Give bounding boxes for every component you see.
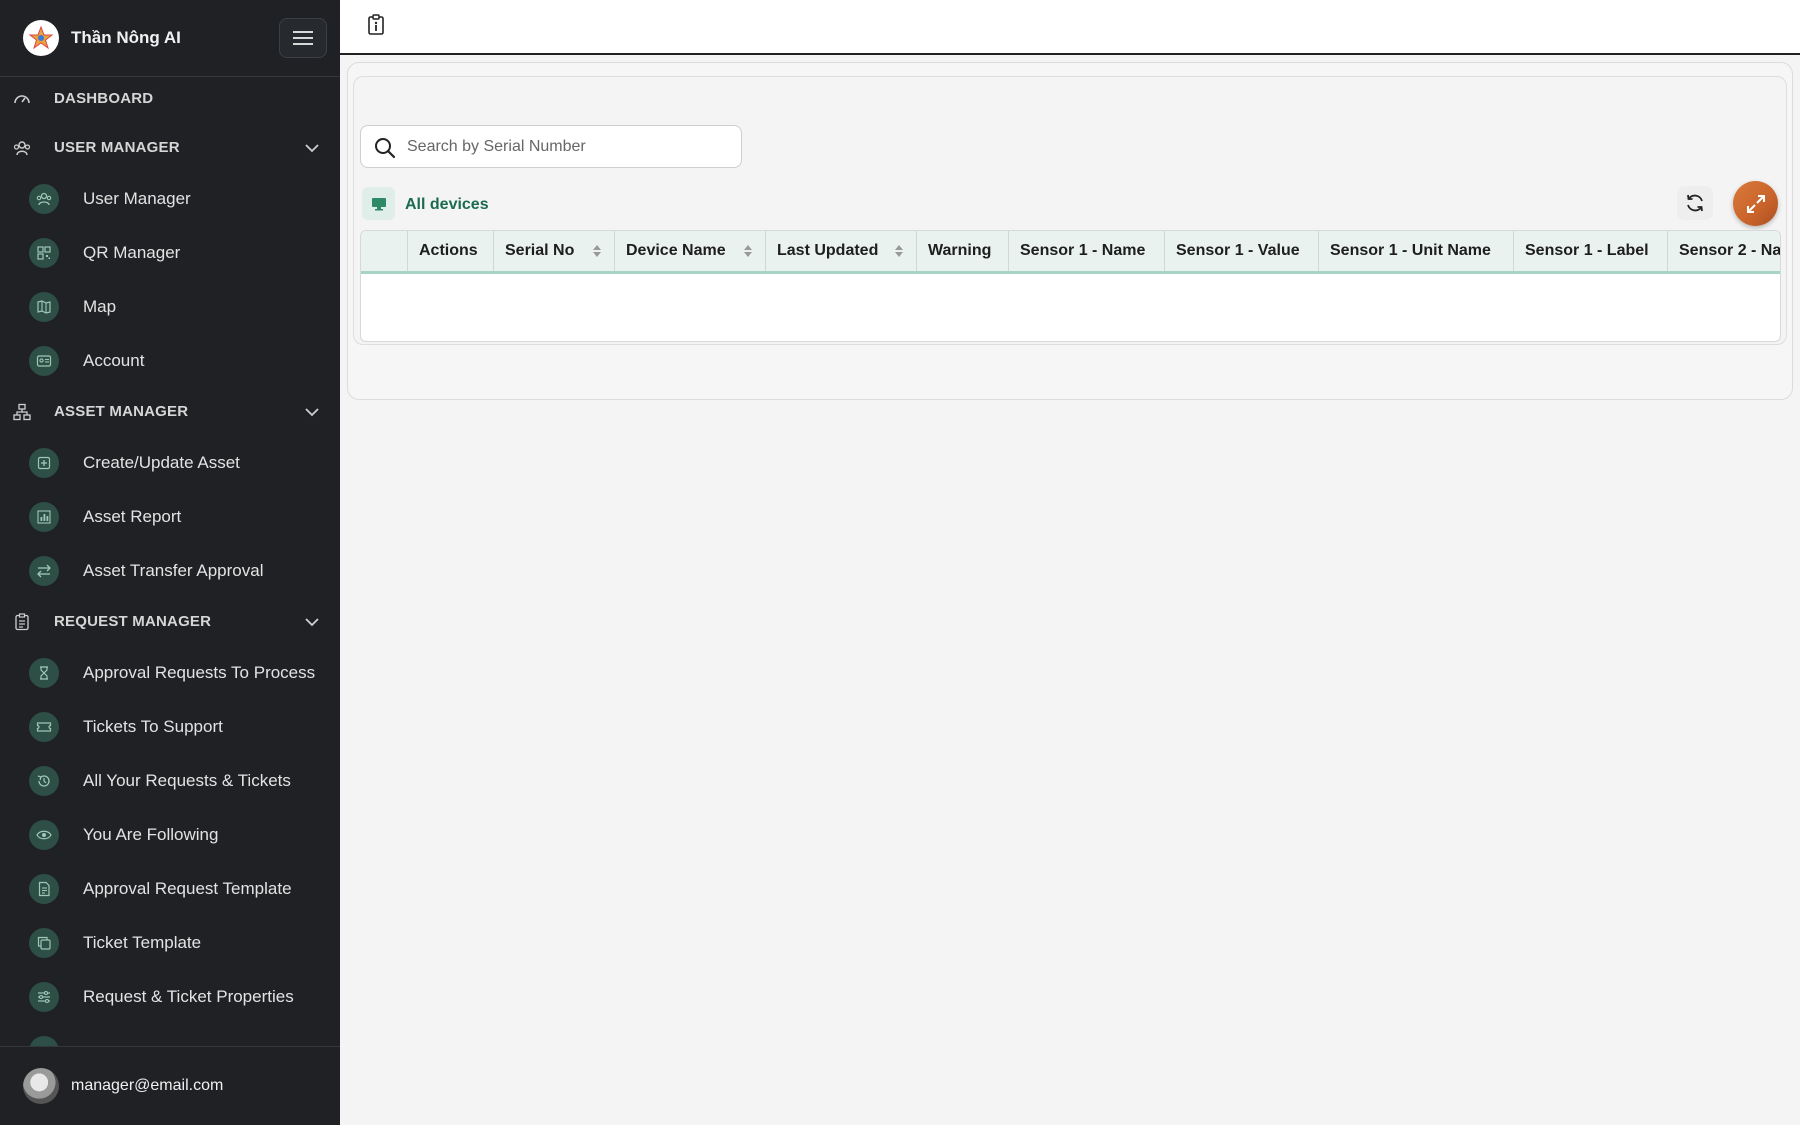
column-header-select[interactable] <box>361 231 408 271</box>
search-icon <box>375 138 396 159</box>
column-header-last-updated[interactable]: Last Updated <box>766 231 917 271</box>
sidebar-item-label: QR Manager <box>83 243 181 262</box>
refresh-button[interactable] <box>1677 186 1713 220</box>
sort-icon[interactable] <box>894 244 904 258</box>
sidebar-item-approval-request-template[interactable]: Approval Request Template <box>0 867 340 911</box>
copy-icon <box>37 936 51 950</box>
map-icon <box>37 300 51 314</box>
sidebar-item-label: Asset Report <box>83 507 182 526</box>
expand-button[interactable] <box>1733 181 1778 226</box>
chevron-down-icon <box>305 618 319 627</box>
sidebar-item-label: User Manager <box>83 189 191 208</box>
sidebar-item-approval-requests-to-process[interactable]: Approval Requests To Process <box>0 651 340 695</box>
column-header-sensor2-name: Sensor 2 - Name <box>1668 231 1780 271</box>
sidebar-item-map[interactable]: Map <box>0 285 340 329</box>
section-request-manager[interactable]: REQUEST MANAGER <box>0 601 340 641</box>
column-header-warning: Warning <box>917 231 1009 271</box>
ticket-icon <box>36 722 52 732</box>
section-dashboard[interactable]: DASHBOARD <box>0 78 340 118</box>
serial-search-input[interactable] <box>407 134 727 160</box>
sidebar-item-request-ticket-properties[interactable]: Request & Ticket Properties <box>0 975 340 1019</box>
avatar <box>23 1068 59 1104</box>
document-icon <box>38 881 50 897</box>
menu-toggle-button[interactable] <box>279 18 327 58</box>
bar-chart-icon <box>37 510 51 524</box>
column-header-sensor1-unit-name: Sensor 1 - Unit Name <box>1319 231 1514 271</box>
sidebar-item-ticket-template[interactable]: Ticket Template <box>0 921 340 965</box>
sidebar-item-label: Map <box>83 297 117 316</box>
section-label: REQUEST MANAGER <box>54 612 212 630</box>
column-header-sensor1-value: Sensor 1 - Value <box>1165 231 1319 271</box>
monitor-icon <box>371 197 386 210</box>
clipboard-info-icon[interactable] <box>367 14 385 36</box>
chevron-down-icon <box>305 144 319 153</box>
sort-icon[interactable] <box>592 244 602 258</box>
hourglass-icon <box>40 666 48 680</box>
sidebar-item-label: Tickets To Support <box>83 717 223 736</box>
transfer-icon <box>37 564 51 578</box>
sidebar-item-label: Request & Ticket Properties <box>83 987 294 1006</box>
brand-header: Thần Nông AI <box>0 0 340 77</box>
column-header-device-name[interactable]: Device Name <box>615 231 766 271</box>
sitemap-icon <box>13 403 31 421</box>
column-header-serial-no[interactable]: Serial No <box>494 231 615 271</box>
sort-icon[interactable] <box>743 244 753 258</box>
section-label: USER MANAGER <box>54 138 180 156</box>
sidebar-item-asset-report[interactable]: Asset Report <box>0 495 340 539</box>
eye-icon <box>36 830 52 840</box>
sidebar-item-account[interactable]: Account <box>0 339 340 383</box>
column-header-sensor1-name: Sensor 1 - Name <box>1009 231 1165 271</box>
user-profile[interactable]: manager@email.com <box>0 1046 340 1125</box>
sidebar-item-label: Approval Requests To Process <box>83 663 316 682</box>
column-header-sensor1-label: Sensor 1 - Label <box>1514 231 1668 271</box>
qr-icon <box>37 246 51 260</box>
top-bar <box>340 0 1800 55</box>
sidebar-item-asset-transfer-approval[interactable]: Asset Transfer Approval <box>0 549 340 593</box>
users-icon <box>36 192 52 206</box>
sidebar-item-label: Create/Update Asset <box>83 453 240 472</box>
brand-name: Thần Nông AI <box>71 28 181 47</box>
history-icon <box>37 775 50 787</box>
plus-square-icon <box>37 456 51 470</box>
refresh-icon <box>1687 194 1703 212</box>
gauge-icon <box>14 95 30 104</box>
devices-badge <box>362 187 395 220</box>
sidebar-item-label: You Are Following <box>83 825 219 844</box>
section-user-manager[interactable]: USER MANAGER <box>0 127 340 167</box>
sidebar-item-all-your-requests-tickets[interactable]: All Your Requests & Tickets <box>0 759 340 803</box>
sidebar-item-label: All Your Requests & Tickets <box>83 771 291 790</box>
section-asset-manager[interactable]: ASSET MANAGER <box>0 391 340 431</box>
star-logo-icon <box>28 25 54 50</box>
column-header-actions: Actions <box>408 231 494 271</box>
sidebar-item-label: Asset Transfer Approval <box>83 561 264 580</box>
table-header: Actions Serial No Device Name Last Updat… <box>361 231 1780 274</box>
chevron-down-icon <box>305 408 319 417</box>
sidebar-item-user-manager[interactable]: User Manager <box>0 177 340 221</box>
sidebar-item-tickets-to-support[interactable]: Tickets To Support <box>0 705 340 749</box>
devices-table: Actions Serial No Device Name Last Updat… <box>360 230 1781 342</box>
section-label: ASSET MANAGER <box>54 402 189 420</box>
sidebar-item-label: Account <box>83 351 145 370</box>
id-card-icon <box>36 355 52 367</box>
search-box <box>360 125 742 168</box>
sidebar-item-you-are-following[interactable]: You Are Following <box>0 813 340 857</box>
brand-logo[interactable] <box>23 20 59 56</box>
sidebar-item-label: Approval Request Template <box>83 879 292 898</box>
user-email: manager@email.com <box>71 1077 224 1094</box>
section-label: DASHBOARD <box>54 89 154 107</box>
clipboard-icon <box>15 613 29 631</box>
expand-icon <box>1746 194 1765 213</box>
sidebar-item-label: Ticket Template <box>83 933 202 952</box>
hamburger-icon <box>293 31 313 45</box>
sidebar: Thần Nông AI DASHBOARD USER MANAGER User… <box>0 0 340 1125</box>
users-group-icon <box>13 141 31 156</box>
all-devices-label: All devices <box>405 196 489 213</box>
sidebar-item-qr-manager[interactable]: QR Manager <box>0 231 340 275</box>
sliders-icon <box>38 990 50 1004</box>
sidebar-item-create-update-asset[interactable]: Create/Update Asset <box>0 441 340 485</box>
